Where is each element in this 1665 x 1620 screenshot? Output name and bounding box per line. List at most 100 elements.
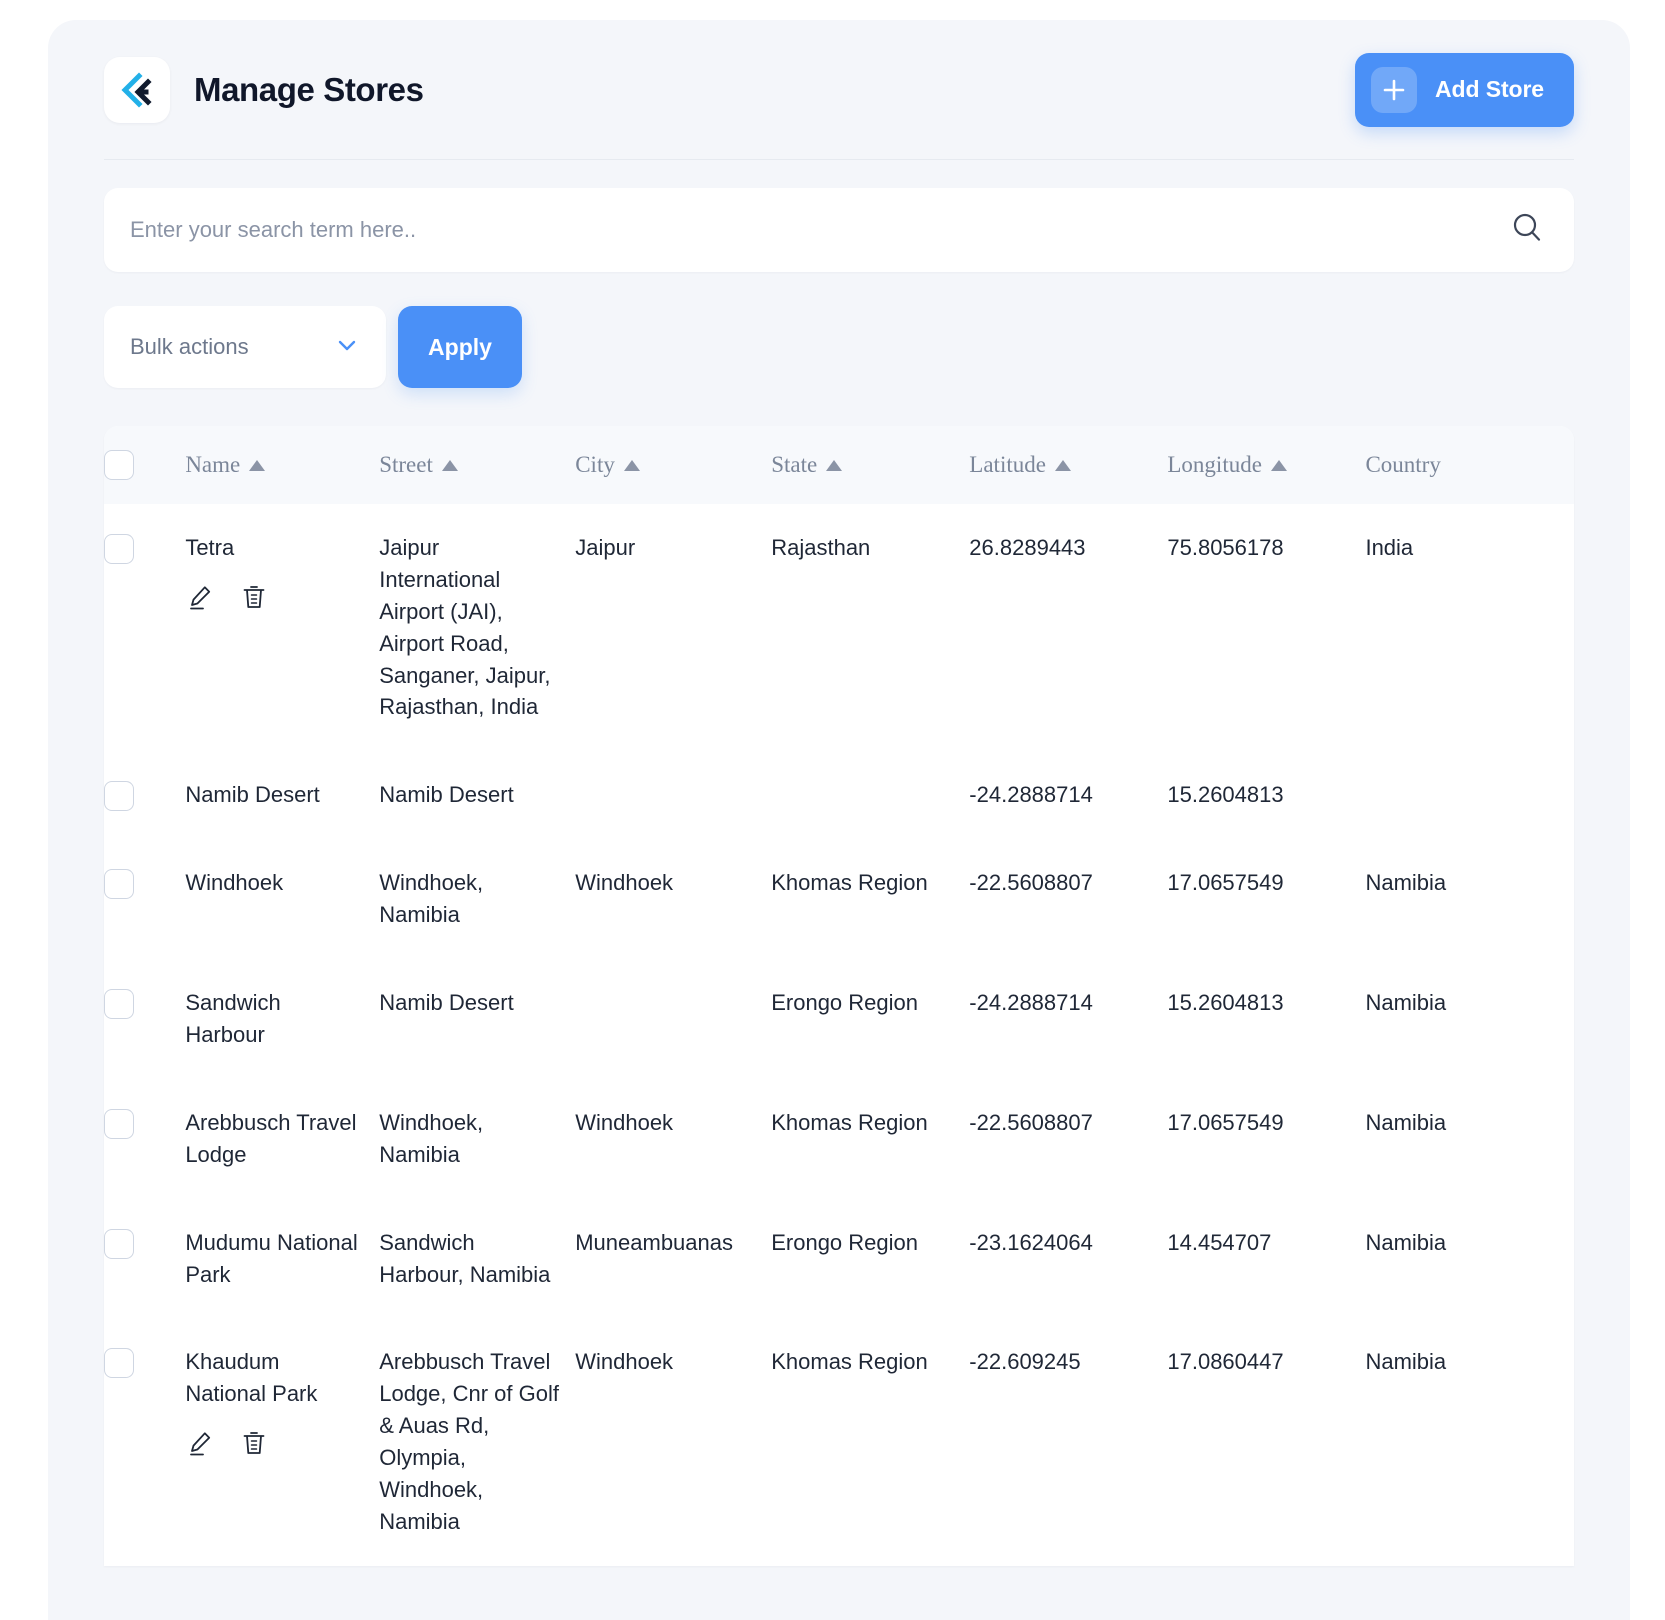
edit-pencil-icon[interactable] — [185, 582, 215, 612]
row-checkbox[interactable] — [104, 534, 134, 564]
cell-street: Jaipur International Airport (JAI), Airp… — [379, 535, 551, 720]
cell-latitude: 26.8289443 — [969, 535, 1086, 560]
cell-street: Sandwich Harbour, Namibia — [379, 1229, 551, 1287]
cell-state: Erongo Region — [771, 1229, 918, 1255]
table-body: Tetra Jaipur International Airport (JAI),… — [104, 504, 1574, 1566]
cell-city: Windhoek — [575, 870, 674, 896]
chevron-left-e-logo-icon — [121, 71, 152, 108]
cell-country: Namibia — [1365, 990, 1447, 1016]
cell-longitude: 17.0657549 — [1167, 1109, 1284, 1135]
row-checkbox[interactable] — [104, 1348, 134, 1379]
table-row: Windhoek Windhoek, Namibia Windhoek Khomas … — [104, 839, 1574, 959]
cell-street: Namib Desert — [379, 782, 514, 808]
edit-pencil-icon[interactable] — [185, 1428, 215, 1458]
cell-name: Namib Desert — [185, 782, 320, 808]
row-select-cell — [104, 504, 185, 751]
cell-street: Windhoek, Namibia — [379, 1109, 484, 1167]
plus-icon — [1371, 66, 1417, 113]
bulk-actions-label: Bulk actions — [130, 334, 249, 359]
cell-latitude: -22.5608807 — [969, 870, 1093, 896]
cell-street: Namib Desert — [379, 990, 514, 1016]
column-header-longitude[interactable]: Longitude — [1167, 426, 1365, 504]
cell-state: Khomas Region — [771, 1109, 928, 1135]
cell-country: Namibia — [1365, 1349, 1447, 1375]
table-row: Tetra Jaipur International Airport (JAI),… — [104, 504, 1574, 751]
trash-icon[interactable] — [239, 582, 269, 612]
column-label: Latitude — [969, 452, 1046, 477]
row-actions — [185, 1428, 365, 1458]
sort-ascending-icon[interactable] — [1054, 459, 1071, 471]
sort-ascending-icon[interactable] — [826, 459, 843, 471]
cell-name: Tetra — [185, 504, 379, 751]
row-select-cell — [104, 839, 185, 959]
column-label: Longitude — [1167, 452, 1262, 477]
cell-state: Erongo Region — [771, 990, 918, 1016]
cell-state — [771, 751, 969, 839]
row-checkbox[interactable] — [104, 989, 134, 1020]
table-row: Arebbusch Travel Lodge Windhoek, Namibia W… — [104, 1079, 1574, 1199]
app-shell: Manage Stores Add Store Enter your searc… — [48, 20, 1630, 1620]
column-header-latitude[interactable]: Latitude — [969, 426, 1167, 504]
search-bar[interactable] — [104, 188, 1574, 272]
search-input[interactable] — [130, 217, 1510, 243]
row-checkbox[interactable] — [104, 1108, 134, 1139]
trash-icon[interactable] — [239, 1428, 269, 1458]
row-select-cell — [104, 1318, 185, 1565]
sort-ascending-icon[interactable] — [249, 459, 266, 471]
column-label: City — [575, 452, 615, 477]
cell-longitude: 14.454707 — [1167, 1229, 1272, 1255]
table-row: Mudumu National Park Sandwich Harbour, Na… — [104, 1199, 1574, 1319]
column-header-city[interactable]: City — [575, 426, 771, 504]
column-header-street[interactable]: Street — [379, 426, 575, 504]
cell-state: Khomas Region — [771, 1349, 928, 1375]
search-icon[interactable] — [1510, 211, 1544, 250]
table-row: Khaudum National Park Arebbusch Travel Lo… — [104, 1318, 1574, 1565]
column-header-country: Country — [1365, 426, 1574, 504]
select-all-checkbox[interactable] — [104, 450, 134, 480]
cell-city: Windhoek — [575, 1109, 674, 1135]
cell-longitude: 17.0860447 — [1167, 1349, 1284, 1375]
column-header-name[interactable]: Name — [185, 426, 379, 504]
cell-country: Namibia — [1365, 1109, 1447, 1135]
table-row: Namib Desert Namib Desert -24.2888714 15.26… — [104, 751, 1574, 839]
row-select-cell — [104, 1079, 185, 1199]
add-store-button[interactable]: Add Store — [1355, 52, 1574, 127]
column-header-state[interactable]: State — [771, 426, 969, 504]
cell-name: Windhoek — [185, 870, 284, 896]
row-checkbox[interactable] — [104, 869, 134, 900]
row-checkbox[interactable] — [104, 1228, 134, 1259]
cell-latitude: -24.2888714 — [969, 782, 1093, 808]
header-left: Manage Stores — [104, 56, 424, 123]
bulk-actions-row: Bulk actions Apply — [104, 306, 1574, 388]
cell-name: Sandwich Harbour — [185, 990, 281, 1048]
cell-state: Rajasthan — [771, 535, 871, 560]
cell-name: Mudumu National Park — [185, 1229, 358, 1287]
cell-latitude: -22.609245 — [969, 1349, 1081, 1375]
cell-name: Arebbusch Travel Lodge — [185, 1109, 357, 1167]
row-select-cell — [104, 1199, 185, 1319]
cell-latitude: -23.1624064 — [969, 1229, 1093, 1255]
cell-latitude: -24.2888714 — [969, 990, 1093, 1016]
cell-city: Muneambuanas — [575, 1229, 733, 1255]
cell-country: India — [1365, 535, 1414, 560]
page-header: Manage Stores Add Store — [104, 20, 1574, 160]
select-all-header — [104, 426, 185, 504]
bulk-actions-select[interactable]: Bulk actions — [104, 306, 386, 388]
cell-state: Khomas Region — [771, 870, 928, 896]
stores-table: Name Street City State Latitude Longitud… — [104, 426, 1574, 1566]
cell-city: Jaipur — [575, 535, 636, 560]
cell-street: Arebbusch Travel Lodge, Cnr of Golf & Au… — [379, 1349, 559, 1534]
sort-ascending-icon[interactable] — [441, 459, 458, 471]
cell-country — [1365, 751, 1574, 839]
row-select-cell — [104, 751, 185, 839]
sort-ascending-icon[interactable] — [623, 459, 640, 471]
column-label: Country — [1365, 452, 1441, 477]
table-header-row: Name Street City State Latitude Longitud… — [104, 426, 1574, 504]
cell-city — [575, 959, 771, 1079]
row-checkbox[interactable] — [104, 781, 134, 812]
cell-longitude: 15.2604813 — [1167, 990, 1284, 1016]
sort-ascending-icon[interactable] — [1270, 459, 1287, 471]
cell-longitude: 17.0657549 — [1167, 870, 1284, 896]
apply-button[interactable]: Apply — [398, 306, 522, 388]
cell-country: Namibia — [1365, 1229, 1447, 1255]
